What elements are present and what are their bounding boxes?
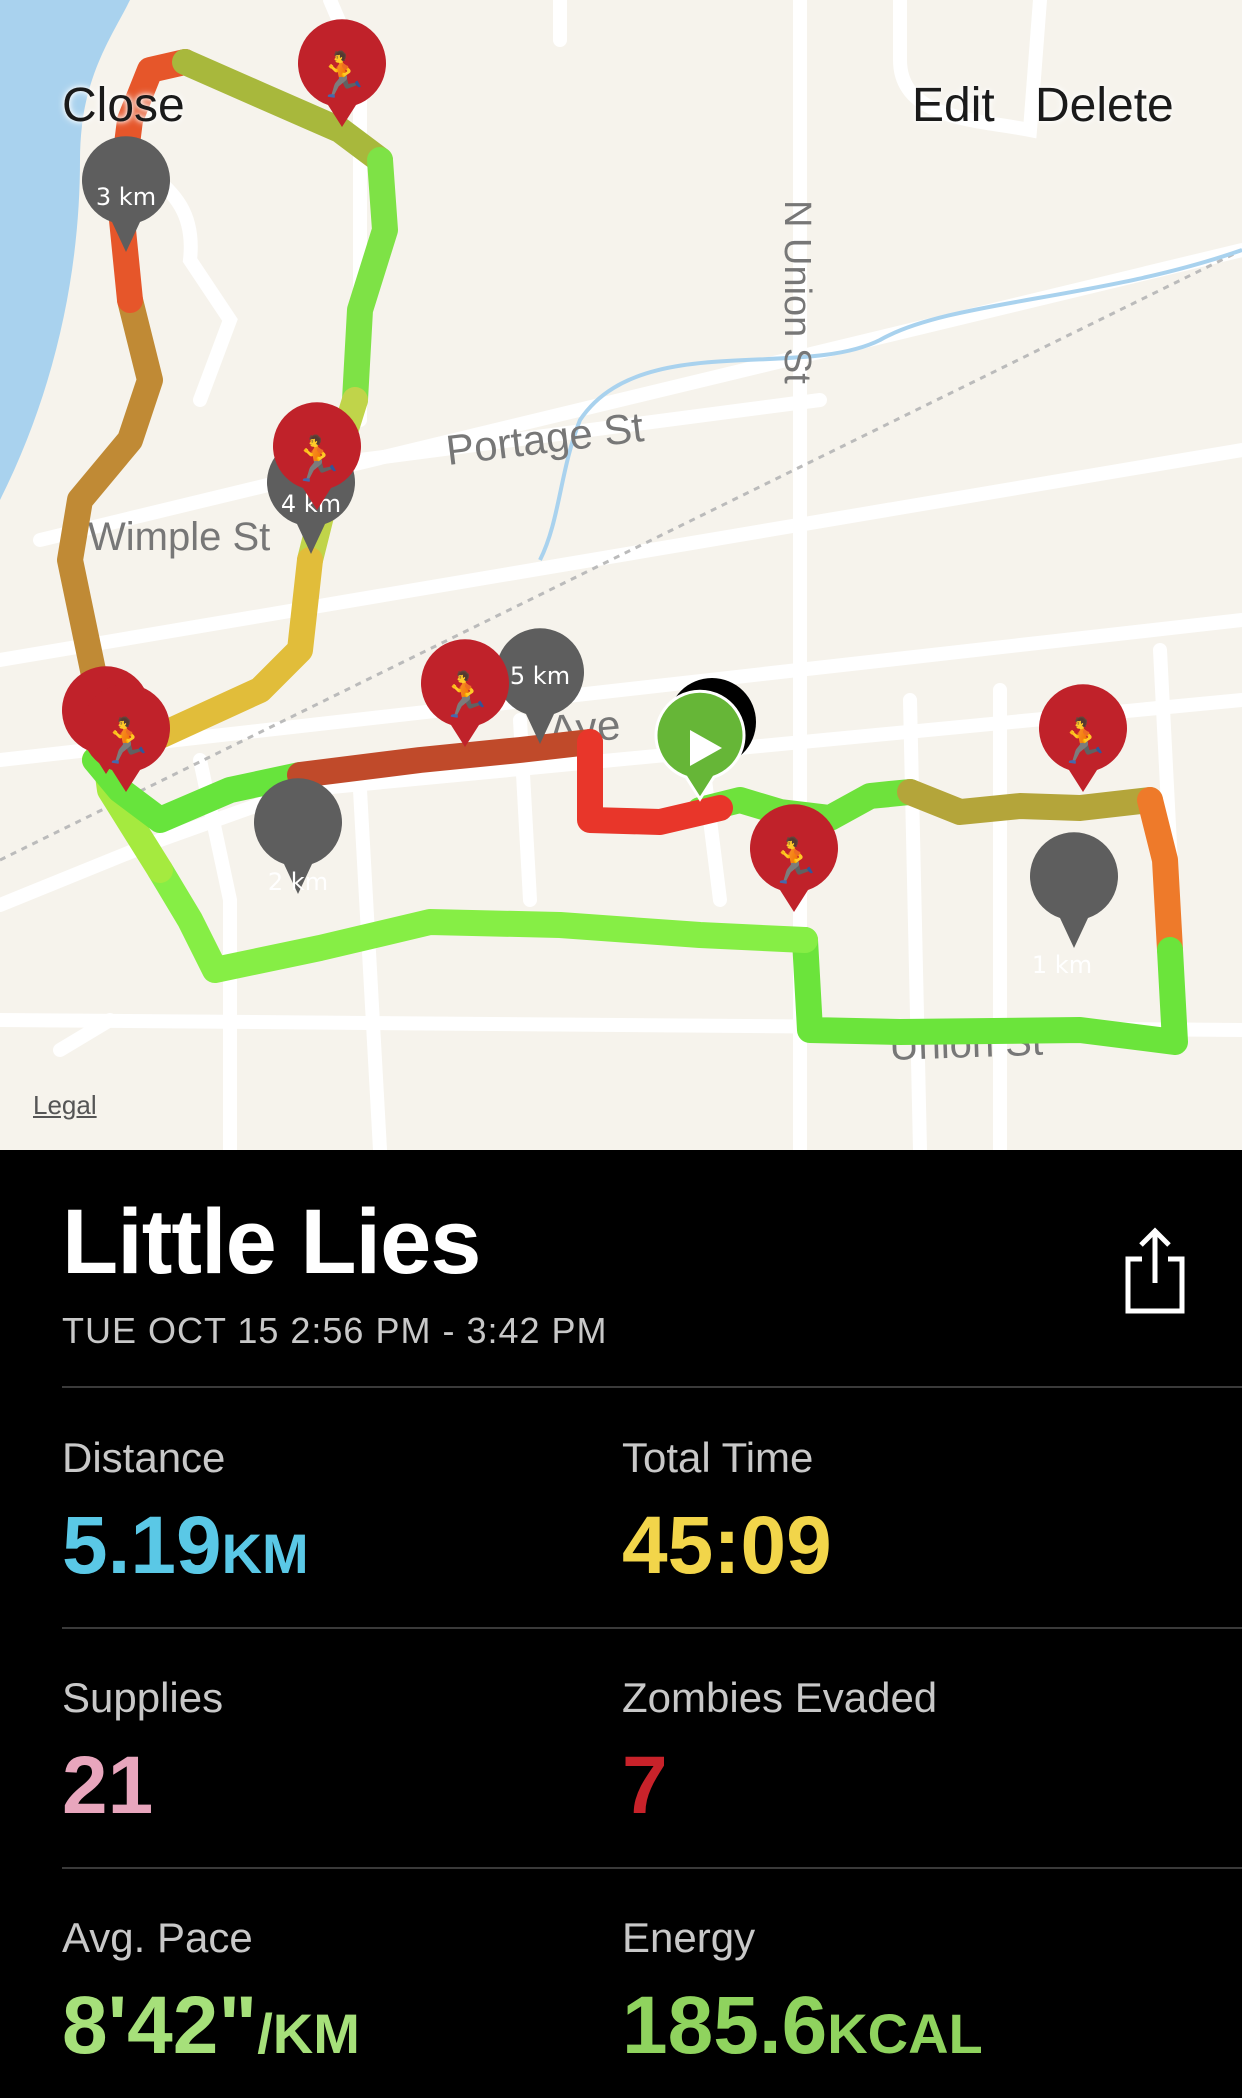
avg-pace-value: 8'42"/KM [62, 1980, 360, 2071]
lake-water [0, 0, 130, 500]
svg-text:2 km: 2 km [268, 868, 328, 896]
divider [62, 1627, 1242, 1629]
zombie-runner-pin-icon[interactable]: 🏃 [1039, 684, 1127, 792]
km-marker-3[interactable]: 3 km [82, 136, 171, 252]
km-marker-2[interactable]: 2 km [254, 778, 342, 896]
map-canvas[interactable]: N Union St Portage St Wimple St Ave Unio… [0, 0, 1242, 1150]
route-map[interactable]: N Union St Portage St Wimple St Ave Unio… [0, 0, 1242, 1150]
supplies-value: 21 [62, 1740, 154, 1831]
svg-text:🏃: 🏃 [315, 50, 370, 100]
share-icon[interactable] [1120, 1225, 1190, 1315]
zombie-runner-pin-icon[interactable]: 🏃 [750, 804, 839, 912]
km-marker-1[interactable]: 1 km [1030, 832, 1119, 979]
svg-text:🏃: 🏃 [1056, 716, 1111, 766]
total-time-label: Total Time [622, 1434, 814, 1481]
distance-label: Distance [62, 1434, 226, 1481]
svg-text:🏃: 🏃 [99, 716, 154, 766]
svg-text:🏃: 🏃 [290, 434, 345, 484]
divider [62, 1867, 1242, 1869]
zombies-evaded-value: 7 [622, 1740, 668, 1831]
energy-label: Energy [622, 1914, 756, 1961]
svg-text:🏃: 🏃 [767, 836, 822, 886]
zombies-evaded-label: Zombies Evaded [622, 1674, 938, 1721]
distance-value: 5.19KM [62, 1500, 309, 1591]
total-time-value: 45:09 [622, 1500, 832, 1591]
svg-text:5 km: 5 km [510, 662, 570, 690]
street-label-n-union: N Union St [776, 200, 818, 384]
legal-link[interactable]: Legal [33, 1090, 97, 1121]
svg-text:3 km: 3 km [96, 183, 156, 211]
zombie-runner-pin-icon[interactable]: 🏃 [421, 639, 509, 747]
svg-text:1 km: 1 km [1032, 951, 1092, 979]
edit-button[interactable]: Edit [912, 78, 995, 133]
close-button[interactable]: Close [62, 78, 185, 133]
svg-text:🏃: 🏃 [438, 670, 493, 720]
run-date-range: TUE OCT 15 2:56 PM - 3:42 PM [62, 1310, 608, 1351]
energy-value: 185.6KCAL [622, 1980, 983, 2071]
delete-button[interactable]: Delete [1035, 78, 1174, 133]
street-label-wimple: Wimple St [88, 515, 270, 559]
avg-pace-label: Avg. Pace [62, 1914, 253, 1961]
divider [62, 1386, 1242, 1388]
play-start-icon[interactable] [654, 689, 746, 802]
supplies-label: Supplies [62, 1674, 224, 1721]
run-title: Little Lies [62, 1191, 481, 1293]
